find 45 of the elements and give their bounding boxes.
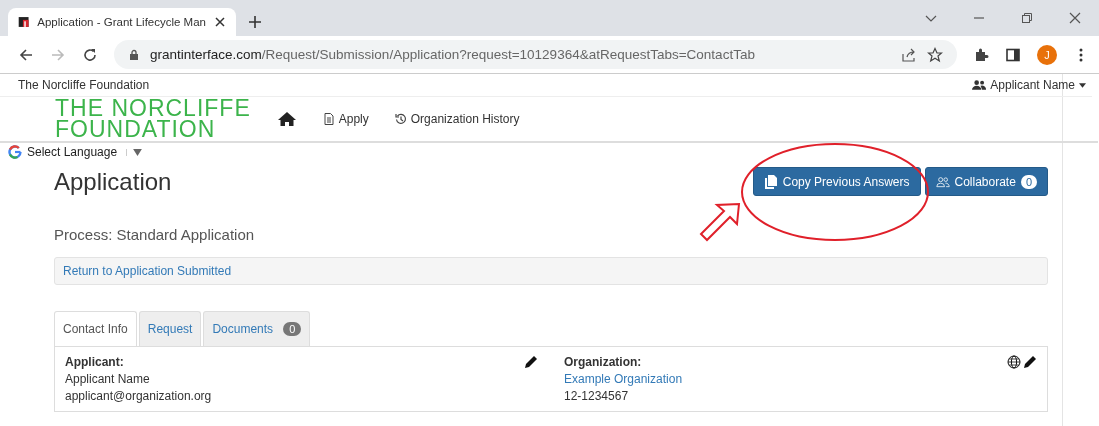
address-field[interactable]: grantinterface.com/Request/Submission/Application?request=10129364&atRequestTabs=ContactTab (114, 40, 957, 69)
tab[interactable]: Contact Info (54, 311, 137, 346)
close-icon[interactable] (214, 16, 226, 28)
copy-icon (763, 174, 778, 189)
applicant-email: applicant@organization.org (65, 389, 212, 403)
applicant-heading: Applicant: (65, 355, 124, 369)
organization-heading: Organization: (564, 355, 642, 369)
history-icon (394, 113, 407, 125)
foundation-name: The Norcliffe Foundation (18, 78, 150, 92)
users-icon (972, 78, 987, 92)
share-icon[interactable] (901, 46, 917, 63)
dropdown-arrow-icon (126, 148, 143, 156)
return-link[interactable]: Return to Application Submitted (63, 264, 232, 278)
site-logo-icon (18, 14, 30, 30)
home-icon[interactable] (276, 111, 297, 127)
document-icon (322, 113, 335, 125)
page-title: Application (54, 167, 172, 196)
restore-icon[interactable] (1021, 12, 1033, 24)
lock-icon (128, 48, 140, 61)
nav-link[interactable]: Organization History (394, 112, 520, 126)
process-label: Process: Standard Application (54, 226, 256, 243)
star-icon[interactable] (927, 46, 943, 63)
globe-icon[interactable] (1007, 355, 1021, 369)
reload-icon[interactable] (82, 46, 98, 63)
back-icon[interactable] (18, 46, 34, 63)
organization-id: 12-1234567 (564, 389, 629, 403)
collaborate-button[interactable]: Collaborate 0 (924, 167, 1048, 196)
tab[interactable]: Request (138, 311, 202, 346)
edit-icon[interactable] (1023, 355, 1037, 369)
g-logo-icon (8, 145, 22, 159)
new-tab-icon[interactable] (248, 15, 262, 29)
puzzle-icon[interactable] (973, 46, 989, 63)
organization-link[interactable]: Example Organization (564, 372, 683, 386)
nav-link[interactable]: Apply (322, 112, 369, 126)
users-icon (935, 174, 950, 189)
browser-tab[interactable]: Application - Grant Lifecycle Man (8, 8, 236, 36)
caret-icon (1079, 82, 1086, 88)
tab[interactable]: Documents 0 (203, 311, 311, 346)
side-panel-icon[interactable] (1005, 46, 1021, 63)
applicant-name: Applicant Name (65, 372, 150, 386)
user-menu[interactable]: Applicant Name (972, 78, 1092, 92)
language-select[interactable]: Select Language (0, 143, 149, 161)
close-icon[interactable] (1069, 12, 1081, 24)
edit-icon[interactable] (524, 355, 538, 369)
copy-previous-answers-button[interactable]: Copy Previous Answers (752, 167, 921, 196)
